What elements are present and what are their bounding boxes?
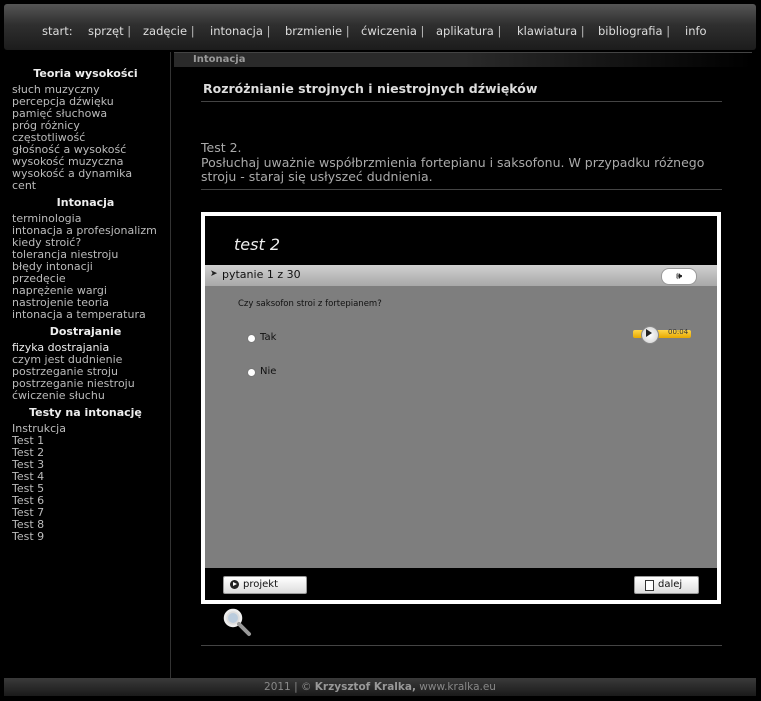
sidebar-heading-teoria: Teoria wysokości: [33, 67, 138, 80]
divider: [201, 101, 722, 102]
play-circle-icon: [230, 580, 239, 589]
sidebar-list-dostrajanie: fizyka dostrajania czym jest dudnienie p…: [12, 342, 135, 402]
question-area: Czy saksofon stroi z fortepianem? Tak Ni…: [205, 286, 717, 568]
document-icon: [645, 580, 654, 591]
footer-author: Krzysztof Kralka,: [314, 681, 416, 693]
nav-item-brzmienie[interactable]: brzmienie |: [285, 24, 350, 38]
sidebar-list-testy: Instrukcja Test 1 Test 2 Test 3 Test 4 T…: [12, 423, 66, 543]
test-heading: Test 2.: [201, 140, 242, 155]
test-description: Test 2. Posłuchaj uważnie współbrzmienia…: [201, 140, 731, 185]
question-text: Czy saksofon stroi z fortepianem?: [238, 299, 382, 309]
test-instructions: Posłuchaj uważnie współbrzmienia fortepi…: [201, 154, 705, 184]
nav-item-aplikatura[interactable]: aplikatura |: [436, 24, 501, 38]
next-button[interactable]: dalej: [634, 576, 699, 594]
sidebar-divider: [170, 52, 171, 678]
divider: [201, 189, 722, 190]
footer: 2011 | © Krzysztof Kralka, www.kralka.eu: [4, 678, 756, 696]
sidebar-list-intonacja: terminologia intonacja a profesjonalizm …: [12, 213, 157, 321]
divider: [201, 645, 722, 646]
speaker-icon: 🕪: [675, 271, 683, 282]
next-button-label: dalej: [658, 579, 683, 590]
project-button[interactable]: projekt: [223, 576, 307, 594]
sidebar-link[interactable]: cent: [12, 180, 132, 192]
section-title: Intonacja: [193, 54, 246, 65]
page-title: Rozróżnianie strojnych i niestrojnych dź…: [203, 81, 538, 96]
nav-item-cwiczenia[interactable]: ćwiczenia |: [361, 24, 424, 38]
nav-start-label: start:: [42, 24, 73, 38]
nav-item-sprzet[interactable]: sprzęt |: [88, 24, 131, 38]
nav-item-info[interactable]: info: [685, 24, 707, 38]
section-strip: Intonacja: [174, 52, 752, 67]
play-icon: [646, 329, 652, 337]
project-button-label: projekt: [243, 579, 278, 590]
expand-arrow-icon[interactable]: ➤: [210, 269, 218, 279]
top-navigation-bar: start: sprzęt | zadęcie | intonacja | br…: [4, 4, 756, 50]
sidebar-link[interactable]: intonacja a temperatura: [12, 309, 157, 321]
quiz-player: test 2 ➤ pytanie 1 z 30 🕪 Czy saksofon s…: [201, 212, 721, 604]
option-label-tak[interactable]: Tak: [260, 332, 276, 343]
magnifier-icon[interactable]: [222, 607, 252, 637]
footer-site-link[interactable]: www.kralka.eu: [419, 681, 496, 693]
option-radio-tak[interactable]: [247, 334, 256, 343]
sidebar-list-teoria: słuch muzyczny percepcja dźwięku pamięć …: [12, 84, 132, 192]
sidebar-link[interactable]: ćwiczenie słuchu: [12, 390, 135, 402]
nav-item-bibliografia[interactable]: bibliografia |: [598, 24, 670, 38]
question-progress: pytanie 1 z 30: [222, 268, 301, 281]
quiz-title: test 2: [234, 235, 280, 254]
sidebar-heading-intonacja: Intonacja: [56, 196, 115, 209]
sound-button[interactable]: 🕪: [661, 268, 697, 285]
quiz-player-inner: test 2 ➤ pytanie 1 z 30 🕪 Czy saksofon s…: [205, 216, 717, 600]
sidebar-link[interactable]: Test 9: [12, 531, 66, 543]
sidebar-heading-dostrajanie: Dostrajanie: [49, 325, 122, 338]
player-bottom-bar: projekt dalej: [205, 568, 717, 600]
question-bar: ➤ pytanie 1 z 30 🕪: [205, 265, 717, 286]
nav-item-intonacja[interactable]: intonacja |: [210, 24, 270, 38]
audio-time: 00:04: [668, 328, 689, 336]
option-radio-nie[interactable]: [247, 368, 256, 377]
nav-item-zadecie[interactable]: zadęcie |: [143, 24, 195, 38]
sidebar-heading-testy: Testy na intonację: [29, 406, 142, 419]
option-label-nie[interactable]: Nie: [260, 366, 276, 377]
nav-item-klawiatura[interactable]: klawiatura |: [517, 24, 585, 38]
footer-year: 2011 | ©: [264, 681, 312, 693]
